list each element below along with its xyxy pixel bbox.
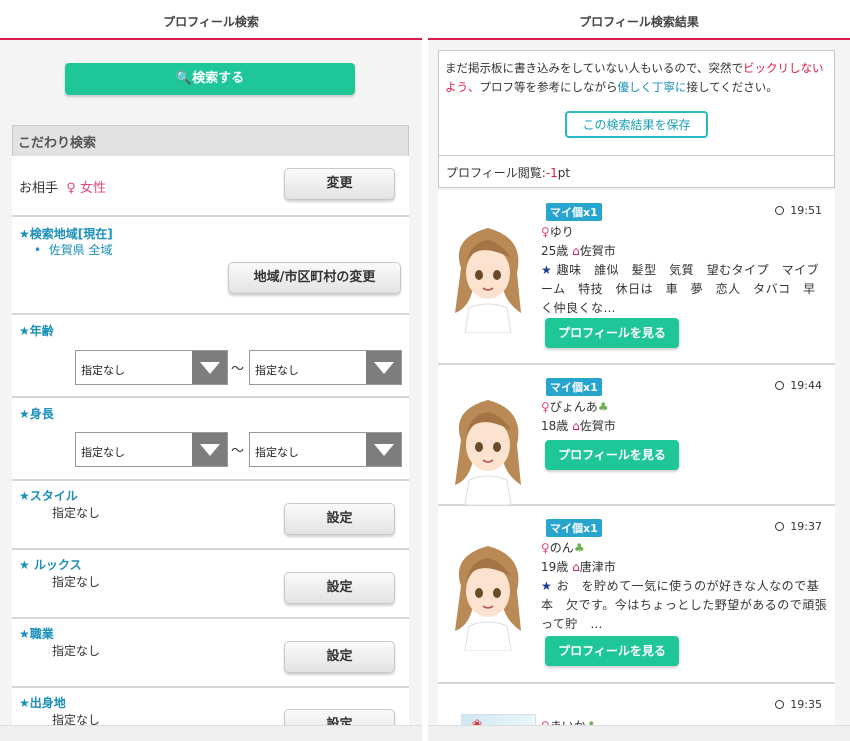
result-time: 19:35 xyxy=(775,698,822,711)
birthplace-title: ★出身地 xyxy=(19,696,66,710)
age-to-select[interactable]: 指定なし xyxy=(249,350,402,385)
result-meta: 19歳 ⌂唐津市 xyxy=(541,560,616,574)
area-item: • 佐賀県 全域 xyxy=(34,243,113,257)
clover-icon: ♣ xyxy=(573,541,585,555)
notice-text: まだ掲示板に書き込みをしていない人もいるので、突然でビックリしないよう、プロフ等… xyxy=(445,61,824,94)
results-header: プロフィール検索結果 xyxy=(428,0,850,40)
result-card: マイ個x1 19:44 ♀ぴょんあ♣ 18歳 ⌂佐賀市 プロフィールを見る xyxy=(438,365,835,506)
star-icon: ★ xyxy=(541,263,553,277)
result-description: ★ お を貯めて一気に使うのが好きな人なので基本 欠です。今はちょっとした野望が… xyxy=(541,579,828,631)
notice-link[interactable]: 優しく丁寧に xyxy=(618,80,687,94)
view-profile-button[interactable]: プロフィールを見る xyxy=(545,636,679,666)
job-value: 指定なし xyxy=(52,644,101,658)
partner-row: お相手 ♀ 女性 変更 xyxy=(12,156,409,217)
star-icon: ★ xyxy=(541,579,553,593)
dropdown-arrow-icon xyxy=(192,351,227,384)
change-partner-button[interactable]: 変更 xyxy=(284,168,395,200)
result-name[interactable]: ♀ゆり xyxy=(541,223,574,240)
filter-section-title: こだわり検索 xyxy=(12,125,409,156)
save-search-button[interactable]: この検索結果を保存 xyxy=(565,111,708,138)
clover-icon: ♣ xyxy=(597,400,609,414)
looks-set-button[interactable]: 設定 xyxy=(284,572,395,604)
age-title: ★年齢 xyxy=(19,324,54,338)
female-icon: ♀ xyxy=(541,400,550,414)
height-section: ★身長 指定なし 〜 指定なし xyxy=(12,398,409,481)
looks-section: ★ ルックス 指定なし 設定 xyxy=(12,550,409,619)
job-set-button[interactable]: 設定 xyxy=(284,641,395,673)
result-time: 19:51 xyxy=(775,204,822,217)
result-time: 19:37 xyxy=(775,520,822,533)
result-card: マイ個x1 19:51 ♀ゆり 25歳 ⌂佐賀市 ★ 趣味 誰似 髪型 気質 望… xyxy=(438,190,835,365)
job-title: ★職業 xyxy=(19,627,54,641)
result-name[interactable]: ♀ぴょんあ♣ xyxy=(541,398,609,415)
style-value: 指定なし xyxy=(52,506,101,520)
age-section: ★年齢 指定なし 〜 指定なし xyxy=(12,315,409,398)
looks-title: ★ ルックス xyxy=(19,558,82,572)
view-cost-value: -1 xyxy=(545,166,558,180)
result-badge: マイ個x1 xyxy=(546,203,602,221)
job-section: ★職業 指定なし 設定 xyxy=(12,619,409,688)
search-header: プロフィール検索 xyxy=(0,0,422,40)
view-profile-button[interactable]: プロフィールを見る xyxy=(545,318,679,348)
home-icon: ⌂ xyxy=(572,560,580,574)
home-icon: ⌂ xyxy=(572,419,580,433)
area-section: ★検索地域[現在] • 佐賀県 全域 地域/市区町村の変更 xyxy=(12,217,409,315)
style-set-button[interactable]: 設定 xyxy=(284,503,395,535)
result-badge: マイ個x1 xyxy=(546,519,602,537)
avatar xyxy=(455,228,521,333)
height-title: ★身長 xyxy=(19,407,54,421)
result-description: ★ 趣味 誰似 髪型 気質 望むタイプ マイブーム 特技 休日は 車 夢 恋人 … xyxy=(541,263,820,315)
notice-box: まだ掲示板に書き込みをしていない人もいるので、突然でビックリしないよう、プロフ等… xyxy=(438,50,835,156)
search-results-panel: プロフィール検索結果 まだ掲示板に書き込みをしていない人もいるので、突然でビック… xyxy=(428,0,850,741)
view-cost-bar: プロフィール閲覧:-1pt xyxy=(438,156,835,188)
search-icon: 🔍 xyxy=(175,71,193,86)
view-profile-button[interactable]: プロフィールを見る xyxy=(545,440,679,470)
looks-value: 指定なし xyxy=(52,575,101,589)
height-separator: 〜 xyxy=(231,444,245,459)
bottom-fade xyxy=(428,725,850,741)
style-title: ★スタイル xyxy=(19,489,78,503)
area-title: ★検索地域[現在] xyxy=(19,227,113,241)
height-to-select[interactable]: 指定なし xyxy=(249,432,402,467)
avatar xyxy=(455,546,521,651)
change-area-button[interactable]: 地域/市区町村の変更 xyxy=(228,262,401,294)
dropdown-arrow-icon xyxy=(366,351,401,384)
search-button[interactable]: 🔍検索する xyxy=(65,63,355,95)
female-icon: ♀ xyxy=(541,541,550,555)
result-meta: 25歳 ⌂佐賀市 xyxy=(541,244,616,258)
female-icon: ♀ xyxy=(541,225,550,239)
bottom-fade xyxy=(0,725,422,741)
age-separator: 〜 xyxy=(231,362,245,377)
profile-search-panel: プロフィール検索 🔍検索する こだわり検索 お相手 ♀ 女性 変更 ★検索地域[… xyxy=(0,0,422,741)
female-icon: ♀ xyxy=(62,181,76,196)
result-badge: マイ個x1 xyxy=(546,378,602,396)
style-section: ★スタイル 指定なし 設定 xyxy=(12,481,409,550)
age-from-select[interactable]: 指定なし xyxy=(75,350,228,385)
result-name[interactable]: ♀のん♣ xyxy=(541,539,585,556)
dropdown-arrow-icon xyxy=(192,433,227,466)
home-icon: ⌂ xyxy=(572,244,580,258)
result-time: 19:44 xyxy=(775,379,822,392)
partner-gender: 女性 xyxy=(79,181,106,196)
partner-label: お相手 ♀ 女性 xyxy=(19,181,106,196)
result-card: マイ個x1 19:37 ♀のん♣ 19歳 ⌂唐津市 ★ お を貯めて一気に使うの… xyxy=(438,506,835,684)
dropdown-arrow-icon xyxy=(366,433,401,466)
avatar xyxy=(455,400,521,505)
height-from-select[interactable]: 指定なし xyxy=(75,432,228,467)
result-meta: 18歳 ⌂佐賀市 xyxy=(541,419,616,433)
